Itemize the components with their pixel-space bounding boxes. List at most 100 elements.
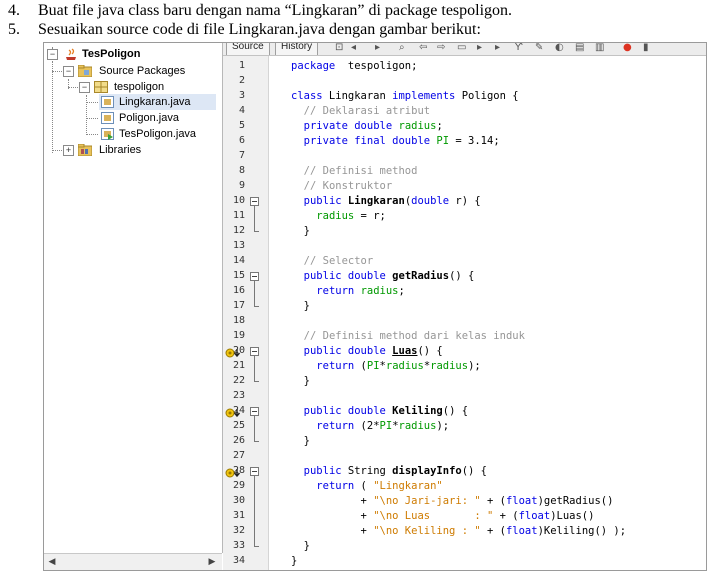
implements-method-icon[interactable]: [225, 466, 243, 478]
code-line[interactable]: public Lingkaran(double r) {: [291, 194, 481, 209]
find-next-icon[interactable]: ⇨: [437, 43, 445, 54]
uncomment-icon[interactable]: ▥: [595, 43, 604, 54]
code-line[interactable]: }: [291, 554, 297, 569]
back-icon[interactable]: ◂: [351, 43, 356, 54]
tree-node-package[interactable]: − tespoligon: [44, 79, 214, 95]
file-label: Lingkaran.java: [119, 96, 191, 108]
code-token: // Definisi method dari kelas induk: [303, 330, 525, 342]
code-line[interactable]: // Konstruktor: [291, 179, 393, 194]
implements-method-icon[interactable]: [225, 346, 243, 358]
tree-horizontal-scrollbar[interactable]: ◀ ▶: [44, 553, 222, 570]
code-line[interactable]: private double radius;: [291, 119, 443, 134]
tree-node-file-lingkaran[interactable]: Lingkaran.java: [99, 94, 216, 110]
find-icon[interactable]: ⌕: [399, 43, 405, 54]
code-token: class: [291, 90, 323, 102]
scroll-left-icon[interactable]: ◀: [46, 556, 58, 568]
code-editor[interactable]: package tespoligon; class Lingkaran imple…: [269, 56, 706, 570]
fold-collapse-icon[interactable]: [250, 407, 259, 416]
fold-guide: [254, 416, 255, 441]
code-token: Keliling: [392, 405, 443, 417]
toggle-rectangular-icon[interactable]: ▸: [495, 43, 500, 54]
code-line[interactable]: + "\no Luas : " + (float)Luas(): [291, 509, 595, 524]
expand-toggle-icon[interactable]: +: [63, 145, 74, 156]
code-line[interactable]: // Deklarasi atribut: [291, 104, 430, 119]
code-line[interactable]: // Selector: [291, 254, 374, 269]
tree-node-libraries[interactable]: + Libraries: [44, 142, 214, 158]
code-token: radius: [430, 360, 469, 372]
editor-gutter: 1 2 3 4 5 6 7 8 9 10 11 12 13 14 15 16 17 18 19 20 21 22 23 24 2…: [223, 56, 269, 570]
line-number: 32: [232, 525, 245, 536]
code-token: Luas: [392, 345, 418, 357]
line-number: 31: [232, 510, 245, 521]
code-token: +: [291, 495, 374, 507]
code-line[interactable]: // Definisi method dari kelas induk: [291, 329, 525, 344]
code-line[interactable]: package tespoligon;: [291, 59, 417, 74]
instruction-5-number: 5.: [8, 21, 20, 38]
macro-icon[interactable]: ◐: [555, 43, 564, 54]
fold-collapse-icon[interactable]: [250, 347, 259, 356]
shift-left-icon[interactable]: Ƴ: [515, 43, 522, 54]
code-token: PI: [379, 420, 393, 432]
code-line[interactable]: + "\no Jari-jari: " + (float)getRadius(): [291, 494, 614, 509]
collapse-toggle-icon[interactable]: −: [47, 49, 58, 60]
code-line[interactable]: }: [291, 434, 310, 449]
code-line[interactable]: class Lingkaran implements Poligon {: [291, 89, 519, 104]
code-token: (: [354, 360, 367, 372]
code-token: }: [291, 435, 310, 447]
toggle-highlight-icon[interactable]: ▭: [457, 43, 466, 54]
comment-icon[interactable]: ▤: [575, 43, 584, 54]
code-line[interactable]: public double getRadius() {: [291, 269, 475, 284]
line-number: 18: [232, 315, 245, 326]
tab-source[interactable]: Source: [226, 43, 270, 55]
code-line[interactable]: return (2*PI*radius);: [291, 419, 449, 434]
code-line[interactable]: }: [291, 374, 310, 389]
code-token: public: [303, 465, 342, 477]
code-line[interactable]: public double Luas() {: [291, 344, 443, 359]
code-line[interactable]: public String displayInfo() {: [291, 464, 487, 479]
code-line[interactable]: public double Keliling() {: [291, 404, 468, 419]
code-token: PI: [366, 360, 380, 372]
code-line[interactable]: radius = r;: [291, 209, 386, 224]
collapse-toggle-icon[interactable]: −: [63, 66, 74, 77]
code-token: );: [436, 420, 450, 432]
fold-collapse-icon[interactable]: [250, 197, 259, 206]
code-line[interactable]: return (PI*radius*radius);: [291, 359, 480, 374]
line-number: 8: [238, 165, 245, 176]
tree-node-file-poligon[interactable]: Poligon.java: [99, 110, 216, 126]
code-line[interactable]: }: [291, 224, 310, 239]
find-previous-icon[interactable]: ⇦: [419, 43, 427, 54]
code-line[interactable]: private final double PI = 3.14;: [291, 134, 500, 149]
instruction-5-text: Sesuaikan source code di file Lingkaran.…: [38, 21, 481, 38]
last-edit-icon[interactable]: ⊡: [335, 43, 343, 54]
code-line[interactable]: }: [291, 539, 310, 554]
code-token: Poligon {: [455, 90, 519, 102]
code-line[interactable]: // Definisi method: [291, 164, 418, 179]
stop-macro-icon[interactable]: ●: [623, 43, 632, 54]
code-line[interactable]: + "\no Keliling : " + (float)Keliling() …: [291, 524, 627, 539]
code-token: "\no Luas : ": [373, 510, 494, 522]
code-line[interactable]: return radius;: [291, 284, 405, 299]
code-token: +: [291, 510, 374, 522]
forward-icon[interactable]: ▸: [375, 43, 380, 54]
tree-node-project[interactable]: − TesPoligon: [44, 46, 214, 62]
code-token: PI: [436, 135, 450, 147]
tab-history[interactable]: History: [275, 43, 319, 55]
tree-node-source-packages[interactable]: − Source Packages: [44, 63, 214, 79]
code-line[interactable]: return ( "Lingkaran": [291, 479, 442, 494]
fold-collapse-icon[interactable]: [250, 467, 259, 476]
fold-guide: [254, 476, 255, 546]
code-token: public: [303, 195, 342, 207]
implements-method-icon[interactable]: [225, 406, 243, 418]
tree-node-file-tespoligon[interactable]: TesPoligon.java: [99, 126, 216, 142]
record-macro-icon[interactable]: ▮: [643, 43, 649, 54]
project-tree: − TesPoligon − Source Packages − tespoli…: [44, 43, 223, 553]
collapse-toggle-icon[interactable]: −: [79, 82, 90, 93]
toggle-bookmark-icon[interactable]: ▸: [477, 43, 482, 54]
line-number: 21: [232, 360, 245, 371]
code-line[interactable]: }: [291, 299, 310, 314]
scroll-right-icon[interactable]: ▶: [206, 556, 218, 568]
shift-right-icon[interactable]: ✎: [535, 43, 543, 54]
fold-collapse-icon[interactable]: [250, 272, 259, 281]
